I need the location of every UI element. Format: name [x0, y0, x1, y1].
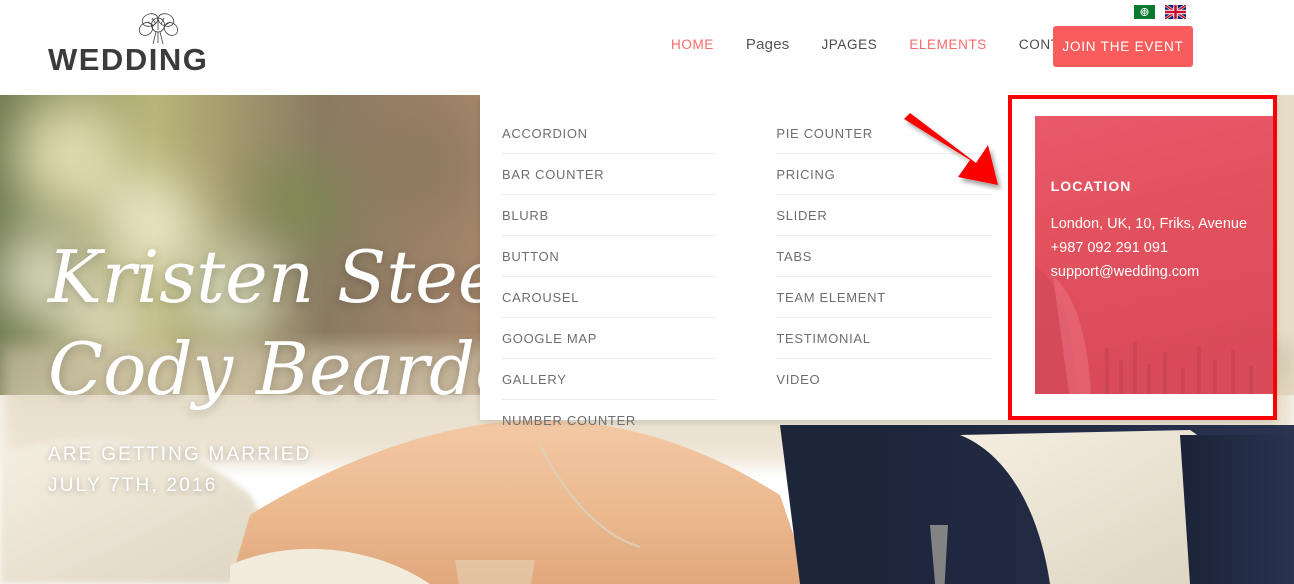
- main-navigation: HOME Pages JPAGES ELEMENTS CONTACT: [655, 36, 1103, 53]
- dropdown-item-tabs[interactable]: TABS: [776, 236, 991, 277]
- flower-icon: [138, 13, 179, 44]
- dropdown-item-slider[interactable]: SLIDER: [776, 195, 991, 236]
- dropdown-item-google-map[interactable]: GOOGLE MAP: [502, 318, 717, 359]
- join-the-event-button[interactable]: JOIN THE EVENT: [1053, 26, 1193, 67]
- location-card-title: LOCATION: [1050, 178, 1132, 194]
- nav-item-jpages[interactable]: JPAGES: [805, 37, 893, 52]
- hero-subtitle-line-2: JULY 7TH, 2016: [48, 475, 218, 496]
- flag-united-kingdom-icon[interactable]: [1165, 5, 1186, 19]
- elements-mega-dropdown: ACCORDION BAR COUNTER BLURB BUTTON CAROU…: [480, 95, 1276, 428]
- dropdown-item-team-element[interactable]: TEAM ELEMENT: [776, 277, 991, 318]
- site-logo[interactable]: WEDDING: [48, 8, 268, 78]
- dropdown-column-right: PIE COUNTER PRICING SLIDER TABS TEAM ELE…: [754, 113, 1012, 420]
- nav-item-pages[interactable]: Pages: [730, 36, 806, 53]
- location-card[interactable]: LOCATION London, UK, 10, Friks, Avenue +…: [1034, 116, 1275, 394]
- dropdown-item-button[interactable]: BUTTON: [502, 236, 717, 277]
- site-header: WEDDING HOME Pages JPAGES ELEMENTS CONTA…: [0, 0, 1294, 95]
- location-phone[interactable]: +987 092 291 091: [1051, 236, 1265, 260]
- dropdown-item-video[interactable]: VIDEO: [776, 359, 990, 399]
- dropdown-item-accordion[interactable]: ACCORDION: [502, 113, 717, 154]
- nav-item-home[interactable]: HOME: [655, 37, 730, 52]
- dropdown-item-pie-counter[interactable]: PIE COUNTER: [776, 113, 991, 154]
- dropdown-item-testimonial[interactable]: TESTIMONIAL: [776, 318, 991, 359]
- location-email[interactable]: support@wedding.com: [1051, 260, 1265, 284]
- dropdown-item-bar-counter[interactable]: BAR COUNTER: [502, 154, 717, 195]
- logo-text: WEDDING: [48, 42, 209, 77]
- dropdown-promo-column: LOCATION London, UK, 10, Friks, Avenue +…: [1034, 116, 1276, 420]
- dropdown-item-carousel[interactable]: CAROUSEL: [502, 277, 717, 318]
- language-switcher: [1134, 5, 1186, 19]
- dropdown-item-pricing[interactable]: PRICING: [776, 154, 991, 195]
- dropdown-column-left: ACCORDION BAR COUNTER BLURB BUTTON CAROU…: [480, 113, 738, 428]
- hero-subtitle-line-1: ARE GETTING MARRIED: [48, 444, 312, 465]
- dropdown-item-number-counter[interactable]: NUMBER COUNTER: [502, 400, 716, 440]
- flag-green-emblem-icon[interactable]: [1134, 5, 1155, 19]
- nav-item-elements[interactable]: ELEMENTS: [893, 37, 1003, 52]
- dropdown-item-gallery[interactable]: GALLERY: [502, 359, 717, 400]
- location-address: London, UK, 10, Friks, Avenue: [1050, 216, 1248, 232]
- dropdown-item-blurb[interactable]: BLURB: [502, 195, 717, 236]
